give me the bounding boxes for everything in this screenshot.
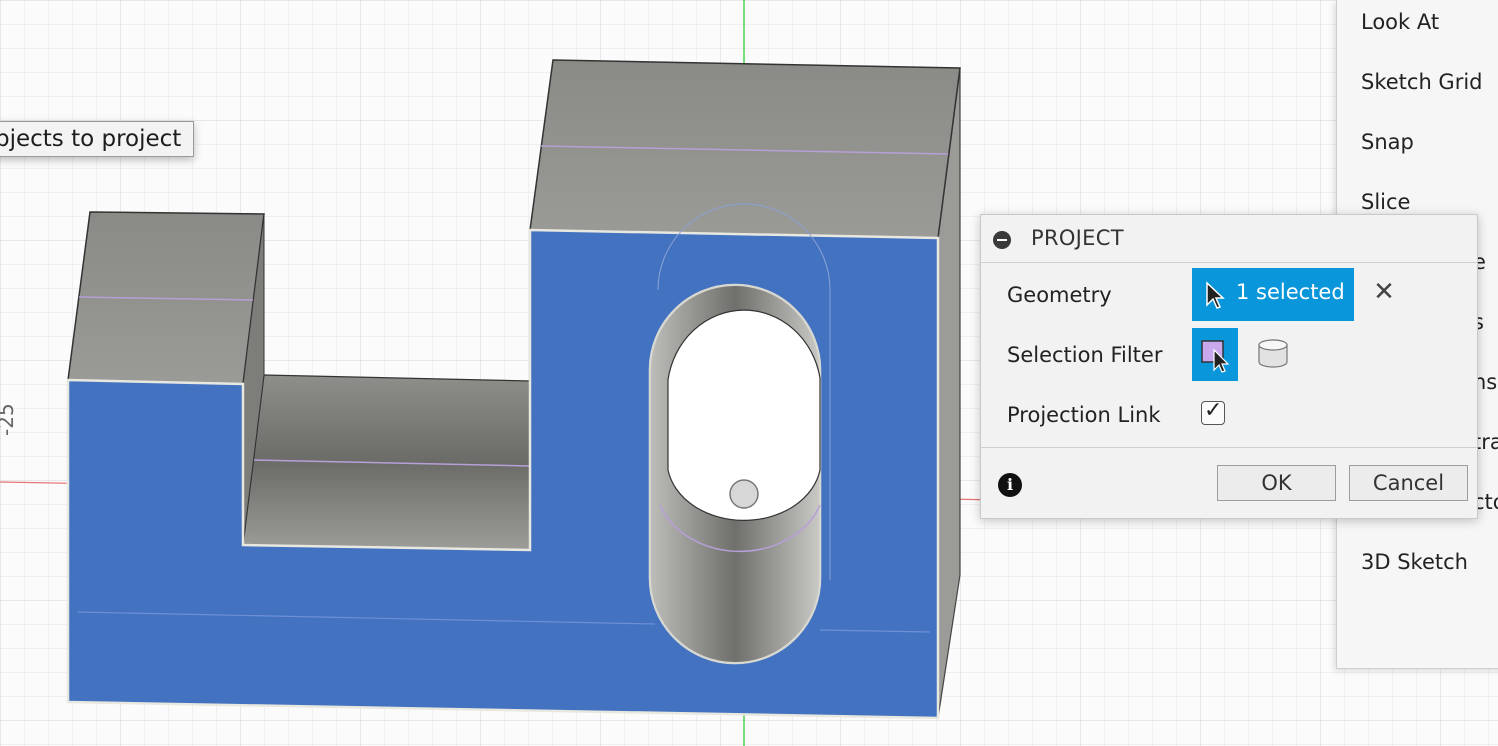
tall-block-top <box>529 59 961 239</box>
tooltip-text: bjects to project <box>0 126 182 152</box>
selection-filter-label: Selection Filter <box>1007 343 1163 367</box>
ok-button[interactable]: OK <box>1217 465 1336 501</box>
close-icon[interactable]: ✕ <box>1372 279 1396 305</box>
checkmark-icon: ✓ <box>1204 398 1223 423</box>
dialog-divider <box>981 447 1477 448</box>
face-filter-icon <box>1201 340 1230 373</box>
axis-tick-label: -25 <box>0 403 18 436</box>
menu-item-snap[interactable]: Snap <box>1361 130 1414 154</box>
dialog-title: PROJECT <box>1031 226 1124 250</box>
cancel-button[interactable]: Cancel <box>1349 465 1468 501</box>
dialog-header: PROJECT <box>981 215 1477 263</box>
projection-link-checkbox[interactable]: ✓ <box>1201 398 1225 425</box>
cursor-icon <box>1206 281 1225 309</box>
geometry-select-button[interactable]: 1 selected <box>1192 268 1354 321</box>
menu-item-sketch-grid[interactable]: Sketch Grid <box>1361 70 1483 94</box>
projection-link-label: Projection Link <box>1007 403 1161 427</box>
menu-item-slice[interactable]: Slice <box>1361 190 1410 214</box>
body-filter-icon[interactable] <box>1256 338 1290 370</box>
tooltip: bjects to project <box>0 121 194 157</box>
origin-point <box>729 479 759 509</box>
menu-item-look-at[interactable]: Look At <box>1361 10 1439 34</box>
menu-item-3d-sketch[interactable]: 3D Sketch <box>1361 550 1468 574</box>
geometry-value: 1 selected <box>1236 280 1345 304</box>
project-dialog: PROJECT Geometry 1 selected ✕ Selection … <box>980 214 1478 519</box>
info-icon[interactable]: i <box>998 473 1022 497</box>
collapse-icon[interactable] <box>993 231 1011 249</box>
geometry-label: Geometry <box>1007 283 1112 307</box>
face-filter-button[interactable] <box>1192 328 1238 381</box>
